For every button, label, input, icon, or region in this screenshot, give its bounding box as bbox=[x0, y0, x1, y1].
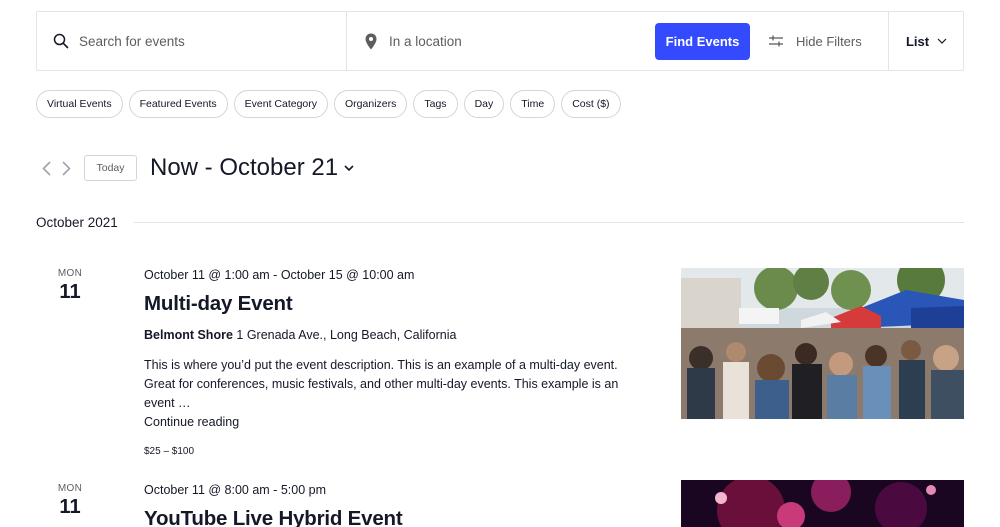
event-description-text: This is where you’d put the event descri… bbox=[144, 358, 619, 410]
continue-reading-link[interactable]: Continue reading bbox=[144, 413, 644, 432]
event-venue: Belmont Shore 1 Grenada Ave., Long Beach… bbox=[144, 328, 644, 342]
chevron-down-icon bbox=[937, 38, 947, 44]
keyword-search[interactable] bbox=[37, 12, 346, 70]
chevron-down-icon bbox=[344, 165, 354, 171]
event-datetime: October 11 @ 1:00 am - October 15 @ 10:0… bbox=[144, 268, 415, 282]
event-day-number: 11 bbox=[59, 281, 81, 303]
view-selector[interactable]: List bbox=[888, 12, 964, 70]
view-selector-label: List bbox=[905, 33, 930, 49]
event-weekday: MON bbox=[57, 483, 83, 494]
filter-organizers[interactable]: Organizers bbox=[334, 90, 408, 118]
location-search[interactable] bbox=[346, 12, 655, 70]
location-search-input[interactable] bbox=[389, 33, 629, 49]
filter-event-category[interactable]: Event Category bbox=[233, 90, 329, 118]
event-title-link[interactable]: YouTube Live Hybrid Event bbox=[144, 507, 644, 527]
event-image-concert[interactable] bbox=[681, 480, 964, 527]
filter-tags[interactable]: Tags bbox=[413, 90, 458, 118]
filter-featured-events[interactable]: Featured Events bbox=[128, 90, 228, 118]
hide-filters-label: Hide Filters bbox=[796, 33, 862, 49]
event-datetime: October 11 @ 8:00 am - 5:00 pm bbox=[144, 483, 326, 497]
event-row: MON 11 October 11 @ 1:00 am - October 15… bbox=[36, 268, 964, 457]
date-range-picker[interactable]: Now - October 21 bbox=[150, 154, 354, 182]
event-details: October 11 @ 1:00 am - October 15 @ 10:0… bbox=[144, 268, 644, 457]
month-separator-label: October 2021 bbox=[36, 214, 118, 230]
events-search-bar: Find Events Hide Filters List bbox=[36, 11, 964, 71]
hide-filters-toggle[interactable]: Hide Filters bbox=[766, 12, 862, 70]
date-range-label: Now - October 21 bbox=[150, 154, 339, 181]
event-cost: $25 – $100 bbox=[144, 446, 195, 457]
filter-virtual-events[interactable]: Virtual Events bbox=[36, 90, 123, 118]
event-venue-name: Belmont Shore bbox=[144, 328, 233, 342]
filter-sliders-icon bbox=[766, 31, 786, 51]
event-date-tag: MON 11 bbox=[36, 483, 104, 519]
event-venue-address: 1 Grenada Ave., Long Beach, California bbox=[236, 328, 457, 342]
today-button[interactable]: Today bbox=[84, 155, 137, 181]
location-pin-icon bbox=[361, 31, 381, 51]
event-date-tag: MON 11 bbox=[36, 268, 104, 304]
filter-cost[interactable]: Cost ($) bbox=[561, 90, 621, 118]
filter-day[interactable]: Day bbox=[463, 90, 505, 118]
event-title-link[interactable]: Multi-day Event bbox=[144, 292, 644, 316]
search-icon bbox=[51, 31, 71, 51]
event-image-street-festival[interactable] bbox=[681, 268, 964, 419]
next-arrow-icon[interactable] bbox=[56, 158, 76, 178]
event-details: October 11 @ 8:00 am - 5:00 pm YouTube L… bbox=[144, 483, 644, 527]
event-row: MON 11 October 11 @ 8:00 am - 5:00 pm Yo… bbox=[36, 480, 964, 527]
event-weekday: MON bbox=[57, 268, 83, 279]
find-events-button[interactable]: Find Events bbox=[655, 23, 750, 60]
keyword-search-input[interactable] bbox=[79, 33, 319, 49]
month-separator: October 2021 bbox=[36, 212, 964, 232]
event-day-number: 11 bbox=[59, 496, 81, 518]
previous-arrow-icon[interactable] bbox=[36, 158, 56, 178]
event-description: This is where you’d put the event descri… bbox=[144, 356, 644, 432]
month-divider bbox=[133, 221, 964, 223]
filter-time[interactable]: Time bbox=[510, 90, 556, 118]
filter-bar: Virtual Events Featured Events Event Cat… bbox=[36, 90, 621, 118]
date-navigation: Today Now - October 21 bbox=[36, 150, 354, 186]
